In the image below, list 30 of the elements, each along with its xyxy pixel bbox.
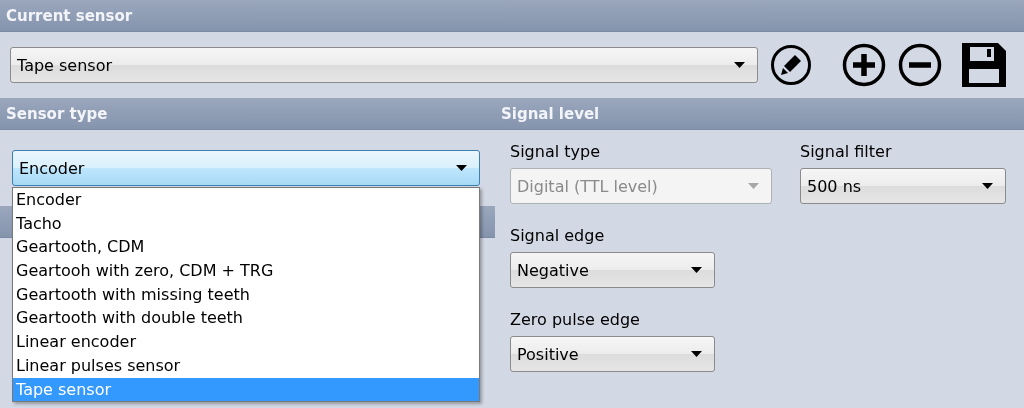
sensor-dropdown[interactable]: Tape sensor bbox=[10, 47, 758, 83]
remove-button[interactable] bbox=[898, 43, 942, 87]
dropdown[interactable]: 500 ns bbox=[800, 168, 1006, 204]
caret-icon bbox=[734, 62, 745, 68]
dropdown-option[interactable]: Encoder bbox=[13, 188, 479, 212]
caret-icon bbox=[748, 183, 759, 189]
section-header: Sensor type bbox=[0, 98, 495, 130]
caret-icon bbox=[691, 267, 702, 273]
dropdown-option[interactable]: Geartooth, CDM bbox=[13, 235, 479, 260]
caret-icon bbox=[456, 165, 467, 171]
field-label: Zero pulse edge bbox=[510, 310, 641, 329]
dropdown-option[interactable]: Tacho bbox=[13, 211, 479, 236]
field-label: Signal filter bbox=[800, 142, 893, 161]
dropdown-option[interactable]: Geartooh with zero, CDM + TRG bbox=[13, 259, 479, 283]
caret-icon bbox=[982, 183, 993, 189]
dropdown[interactable]: Negative bbox=[510, 252, 715, 288]
dropdown-option[interactable]: Linear pulses sensor bbox=[13, 353, 479, 378]
dropdown[interactable]: Positive bbox=[510, 336, 715, 372]
caret-icon bbox=[691, 351, 702, 357]
section-header: Current sensor bbox=[0, 0, 1024, 32]
save-button[interactable] bbox=[962, 43, 1006, 87]
sensor-type-dropdown[interactable]: Encoder bbox=[12, 150, 480, 186]
edit-button[interactable] bbox=[770, 44, 812, 86]
field-label: Signal edge bbox=[510, 226, 606, 245]
dropdown-option[interactable]: Geartooth with double teeth bbox=[13, 306, 479, 331]
dropdown-option[interactable]: Geartooth with missing teeth bbox=[13, 282, 479, 307]
add-button[interactable] bbox=[842, 43, 886, 87]
field-label: Signal type bbox=[510, 142, 601, 161]
section-header: Signal level bbox=[495, 98, 1024, 130]
dropdown-option[interactable]: Linear encoder bbox=[13, 330, 479, 354]
